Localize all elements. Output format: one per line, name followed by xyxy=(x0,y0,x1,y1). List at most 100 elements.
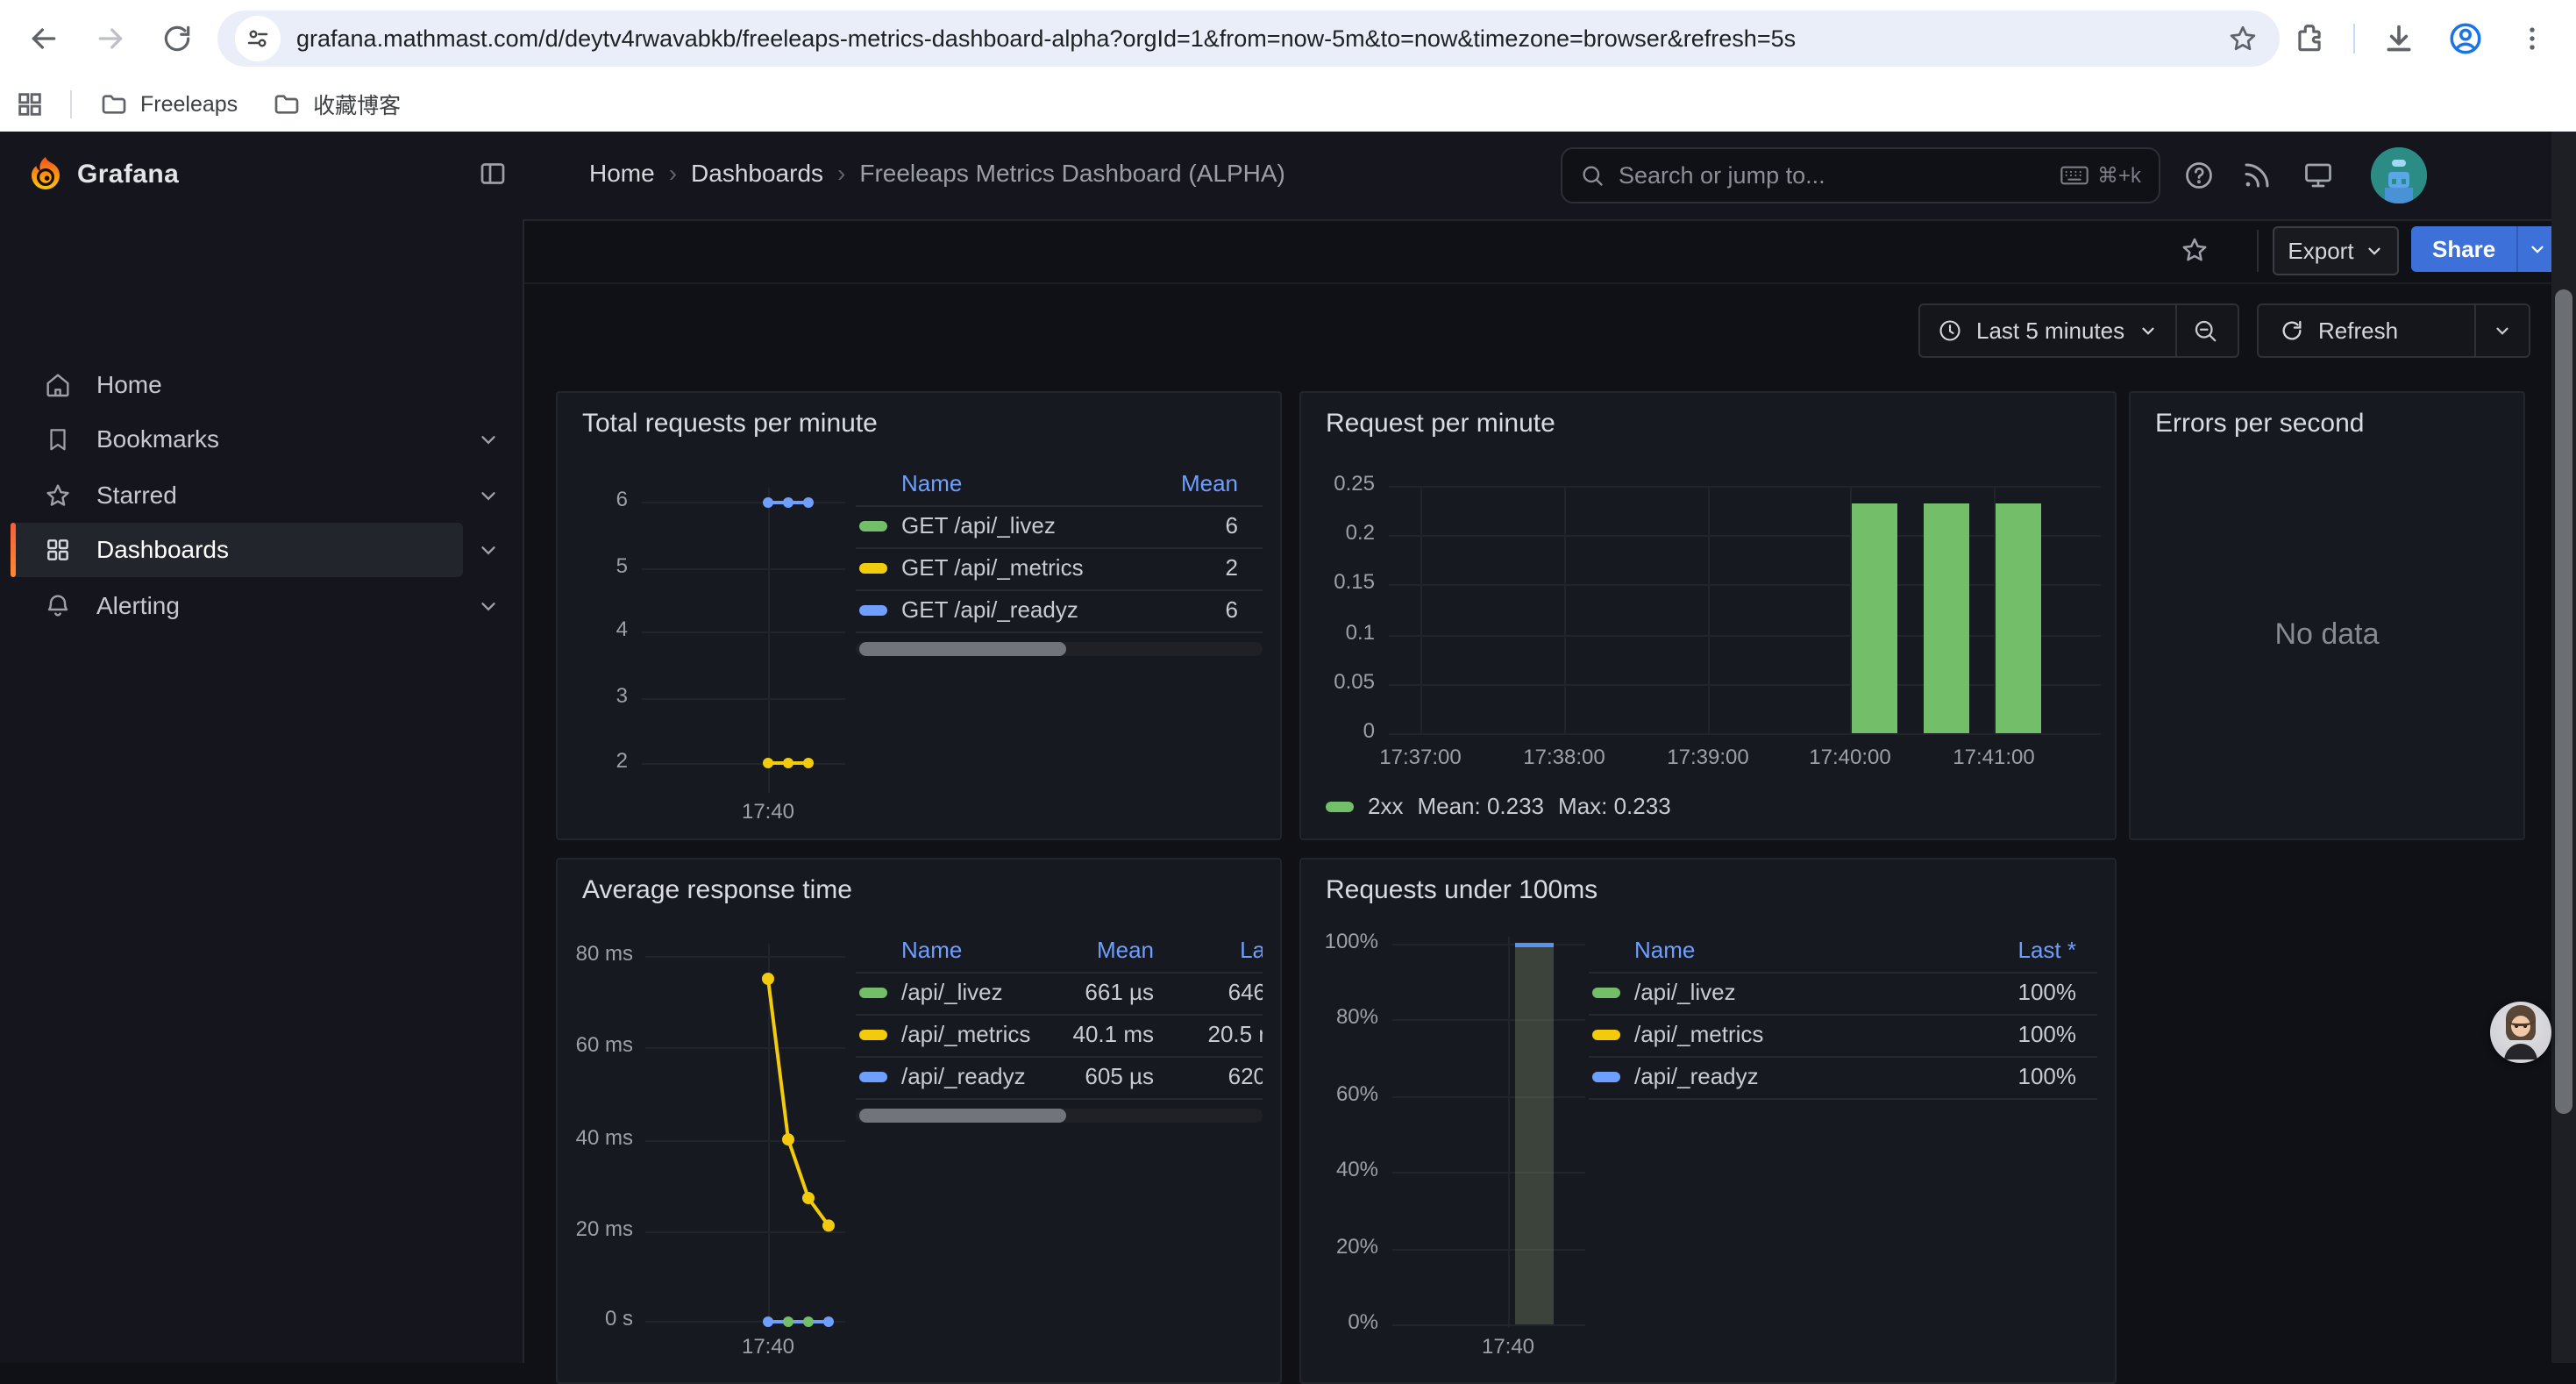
legend-scrollbar[interactable] xyxy=(856,1109,1263,1123)
chevron-down-icon[interactable] xyxy=(477,484,500,507)
legend-header-mean[interactable]: Mean xyxy=(1097,937,1154,964)
sidebar-item-bookmarks[interactable]: Bookmarks xyxy=(0,412,523,467)
bookmark-folder-blogs[interactable]: 收藏博客 xyxy=(255,82,418,127)
sidebar-item-label: Dashboards xyxy=(96,536,229,564)
extensions-icon[interactable] xyxy=(2276,0,2343,77)
series-color-pill[interactable] xyxy=(1592,1030,1620,1040)
legend-series-name[interactable]: /api/_livez xyxy=(1634,979,1736,1006)
chevron-down-icon[interactable] xyxy=(477,539,500,561)
scrollbar-thumb[interactable] xyxy=(859,1109,1066,1123)
bar-percentage xyxy=(1515,947,1554,1324)
browser-menu-icon[interactable] xyxy=(2499,0,2565,77)
back-icon[interactable] xyxy=(11,0,77,77)
series-color-pill[interactable] xyxy=(859,988,887,998)
sidebar-collapse-icon[interactable] xyxy=(477,158,509,189)
series-color-pill[interactable] xyxy=(859,1030,887,1040)
y-tick: 3 xyxy=(558,684,628,709)
series-color-pill[interactable] xyxy=(1326,802,1354,812)
scrollbar-thumb[interactable] xyxy=(859,642,1066,656)
reload-icon[interactable] xyxy=(144,0,210,77)
legend-row: GET /api/_livez 6 xyxy=(856,505,1263,549)
chevron-down-icon[interactable] xyxy=(477,595,500,617)
legend-row: /api/_livez 661 µs 646 xyxy=(856,972,1263,1016)
legend-mean-value: 40.1 ms xyxy=(1073,1021,1155,1048)
page-scrollbar[interactable] xyxy=(2551,132,2576,1363)
help-icon[interactable] xyxy=(2183,160,2215,191)
bookmark-star-icon[interactable] xyxy=(2227,23,2259,54)
legend-header-name[interactable]: Name xyxy=(901,470,962,497)
star-icon xyxy=(44,482,72,510)
sidebar-item-dashboards[interactable]: Dashboards xyxy=(0,523,523,577)
bar-2xx xyxy=(1924,503,1969,733)
monitor-icon[interactable] xyxy=(2302,160,2334,191)
series-color-pill[interactable] xyxy=(859,605,887,616)
gridline xyxy=(1392,1096,1585,1098)
legend-header-last[interactable]: Las xyxy=(1240,937,1263,964)
chevron-down-icon[interactable] xyxy=(477,428,500,451)
news-rss-icon[interactable] xyxy=(2241,160,2273,191)
share-button[interactable]: Share xyxy=(2411,226,2516,272)
profile-icon[interactable] xyxy=(2432,0,2499,77)
x-tick: 17:41:00 xyxy=(1932,746,2055,770)
sidebar-item-alerting[interactable]: Alerting xyxy=(0,579,523,633)
export-button[interactable]: Export xyxy=(2273,226,2399,275)
legend-header-name[interactable]: Name xyxy=(1634,937,1695,964)
series-color-pill[interactable] xyxy=(859,563,887,574)
legend-series-name[interactable]: /api/_readyz xyxy=(1634,1063,1759,1090)
panel-title[interactable]: Average response time xyxy=(582,875,852,905)
breadcrumb-home[interactable]: Home xyxy=(589,160,655,188)
legend: 2xx Mean: 0.233 Max: 0.233 xyxy=(1326,793,1671,820)
scrollbar-thumb[interactable] xyxy=(2555,289,2572,1114)
sidebar-item-starred[interactable]: Starred xyxy=(0,468,523,523)
y-tick: 80 ms xyxy=(558,942,633,967)
legend-series-name[interactable]: GET /api/_livez xyxy=(901,512,1056,539)
legend-header-name[interactable]: Name xyxy=(901,937,962,964)
sidebar-item-home[interactable]: Home xyxy=(0,358,523,412)
legend-row: /api/_readyz 100% xyxy=(1589,1056,2097,1100)
legend-series-name[interactable]: /api/_livez xyxy=(901,979,1003,1006)
legend-series-name[interactable]: /api/_readyz xyxy=(901,1063,1026,1090)
series-color-pill[interactable] xyxy=(1592,1072,1620,1082)
floating-avatar[interactable] xyxy=(2490,1002,2551,1063)
breadcrumb-dashboards[interactable]: Dashboards xyxy=(691,160,823,188)
apps-grid-icon[interactable] xyxy=(0,89,60,119)
legend-table: Name Last * /api/_livez 100% /api/_metri… xyxy=(1589,860,2097,1384)
search-input[interactable]: Search or jump to... ⌘+k xyxy=(1561,147,2160,203)
legend-mean: Mean: 0.233 xyxy=(1417,793,1544,820)
legend-header-mean[interactable]: Mean xyxy=(1181,470,1238,497)
legend-series-name[interactable]: GET /api/_metrics xyxy=(901,554,1084,581)
refresh-button[interactable]: Refresh xyxy=(2259,305,2474,356)
panel-title[interactable]: Requests under 100ms xyxy=(1326,875,1598,905)
panel-title[interactable]: Errors per second xyxy=(2155,409,2364,439)
bar-top-cap xyxy=(1515,943,1554,947)
favorite-star-icon[interactable] xyxy=(2180,235,2210,265)
forward-icon[interactable] xyxy=(77,0,144,77)
y-tick: 40% xyxy=(1301,1158,1378,1182)
zoom-out-button[interactable] xyxy=(2177,305,2233,356)
refresh-interval-dropdown[interactable] xyxy=(2476,305,2529,356)
bookmark-folder-freeleaps[interactable]: Freeleaps xyxy=(82,83,255,125)
legend-series-name[interactable]: /api/_metrics xyxy=(1634,1021,1763,1048)
address-bar[interactable]: grafana.mathmast.com/d/deytv4rwavabkb/fr… xyxy=(217,11,2280,67)
user-avatar[interactable] xyxy=(2371,147,2427,203)
legend-scrollbar[interactable] xyxy=(856,642,1263,656)
legend-mean-value: 605 µs xyxy=(1085,1063,1154,1090)
legend-series-name[interactable]: /api/_metrics xyxy=(901,1021,1030,1048)
legend-header: Name Mean Las xyxy=(856,930,1263,974)
site-settings-icon[interactable] xyxy=(235,16,281,61)
time-range-picker[interactable]: Last 5 minutes xyxy=(1920,305,2175,356)
series-color-pill[interactable] xyxy=(1592,988,1620,998)
share-button-group: Share xyxy=(2411,226,2557,272)
download-icon[interactable] xyxy=(2366,0,2432,77)
legend-series-name[interactable]: GET /api/_readyz xyxy=(901,596,1078,624)
zoom-out-icon xyxy=(2192,317,2218,344)
x-tick: 17:38:00 xyxy=(1503,746,1626,770)
series-color-pill[interactable] xyxy=(859,1072,887,1082)
grafana-logo[interactable] xyxy=(25,154,67,196)
panel-title[interactable]: Total requests per minute xyxy=(582,409,878,439)
panel-title[interactable]: Request per minute xyxy=(1326,409,1555,439)
legend-series-name[interactable]: 2xx xyxy=(1368,793,1403,820)
url-text[interactable]: grafana.mathmast.com/d/deytv4rwavabkb/fr… xyxy=(296,25,2227,53)
legend-header-last[interactable]: Last * xyxy=(2018,937,2077,964)
series-color-pill[interactable] xyxy=(859,521,887,531)
